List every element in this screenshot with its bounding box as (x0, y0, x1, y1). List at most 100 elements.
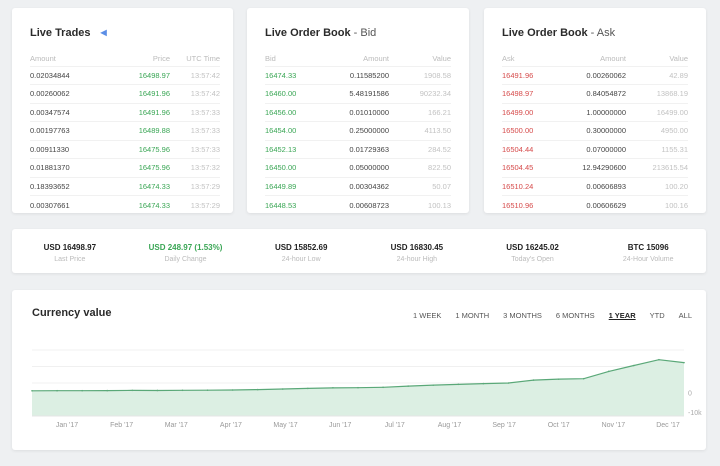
bid-price: 16449.89 (265, 176, 327, 196)
bid-price: 16474.33 (265, 65, 327, 85)
column-header-value: Value (669, 54, 688, 64)
bid-value: 284.52 (389, 139, 451, 159)
trade-time: 13:57:33 (170, 102, 220, 122)
stat-label: 24-Hour Volume (622, 256, 674, 263)
trade-row: 0.00307661 16474.33 13:57:29 (30, 195, 220, 214)
bid-amount: 0.01010000 (327, 102, 389, 122)
ask-price: 16498.97 (502, 84, 564, 103)
chart-point (532, 379, 535, 381)
chart-point (206, 389, 209, 391)
ask-book-table: Ask Amount Value 16491.96 0.00260062 42.89… (502, 52, 688, 214)
chart-point (658, 358, 660, 361)
stat-label: 24-hour Low (281, 256, 321, 263)
trade-time: 13:57:33 (170, 121, 220, 140)
bid-book-table: Bid Amount Value 16474.33 0.11585200 1908.… (265, 52, 451, 214)
live-trades-title-text: Live Trades (30, 27, 91, 39)
chart-point (307, 387, 309, 390)
trade-time: 13:57:29 (170, 195, 220, 214)
ask-amount: 0.00260062 (564, 65, 626, 85)
chart-point (507, 382, 510, 384)
stat-value: USD 16245.02 (506, 243, 559, 252)
trade-row: 0.00911330 16475.96 13:57:33 (30, 139, 220, 159)
trade-time: 13:57:42 (170, 65, 220, 85)
stats-bar: USD 16498.97 Last Price USD 248.97 (1.53%)… (12, 229, 706, 273)
chart-point (256, 388, 259, 391)
trade-row: 0.01881370 16475.96 13:57:32 (30, 158, 220, 177)
stat-item: BTC 15096 24-Hour Volume (590, 229, 706, 273)
bid-amount: 0.00304362 (327, 176, 389, 196)
ask-price: 16504.45 (502, 158, 564, 177)
chart-point (181, 389, 184, 392)
bid-book-title-text: Live Order Book (265, 27, 351, 39)
trade-row: 0.00347574 16491.96 13:57:33 (30, 102, 220, 122)
column-header-amount: Amount (30, 54, 56, 64)
ask-amount: 0.30000000 (564, 121, 626, 140)
chart-point (357, 386, 359, 389)
bid-price: 16452.13 (265, 139, 327, 159)
bid-amount: 5.48191586 (327, 84, 389, 103)
ask-row: 16500.00 0.30000000 4950.00 (502, 121, 688, 140)
trade-time: 13:57:29 (170, 176, 220, 196)
trade-price: 16498.97 (106, 65, 170, 85)
chart-x-tick-label: Jun '17 (329, 422, 351, 429)
ask-amount: 12.94290600 (564, 158, 626, 177)
ask-value: 213615.54 (626, 158, 688, 177)
bid-value: 100.13 (389, 195, 451, 214)
ask-book-title-text: Live Order Book (502, 27, 588, 39)
trade-row: 0.00260062 16491.96 13:57:42 (30, 84, 220, 103)
chart-x-tick-label: Aug '17 (438, 422, 462, 429)
bid-book-title: Live Order Book - Bid (265, 27, 376, 39)
speaker-icon[interactable]: ◀ (101, 28, 107, 37)
ask-row: 16510.24 0.00606893 100.20 (502, 176, 688, 196)
ask-amount: 0.00606893 (564, 176, 626, 196)
chart-point (231, 389, 234, 391)
trade-price: 16491.96 (106, 84, 170, 103)
bid-book-subtitle: - Bid (350, 27, 377, 39)
trade-price: 16475.96 (106, 158, 170, 177)
bid-value: 822.50 (389, 158, 451, 177)
chart-x-tick-label: Oct '17 (548, 422, 570, 429)
bid-value: 4113.50 (389, 121, 451, 140)
stat-value: USD 16498.97 (43, 243, 97, 252)
ask-row: 16504.45 12.94290600 213615.54 (502, 158, 688, 177)
column-header-value: Value (432, 54, 451, 64)
ask-amount: 1.00000000 (564, 102, 626, 122)
ask-amount: 0.84054872 (564, 84, 626, 103)
chart-point (31, 389, 33, 392)
chart-x-tick-label: Nov '17 (602, 422, 626, 429)
stats-row: USD 16498.97 Last Price USD 248.97 (1.53%)… (12, 229, 706, 273)
ask-value: 100.16 (626, 195, 688, 214)
bid-amount: 0.05000000 (327, 158, 389, 177)
column-header-price: Price (152, 54, 170, 64)
chart-point (482, 382, 485, 385)
trade-amount: 0.01881370 (30, 158, 106, 177)
trade-price: 16474.33 (106, 195, 170, 214)
bid-price: 16460.00 (265, 84, 327, 103)
chart-x-tick-label: Sep '17 (492, 422, 516, 429)
ask-amount: 0.07000000 (564, 139, 626, 159)
bid-value: 90232.34 (389, 84, 451, 103)
trade-price: 16491.96 (106, 102, 170, 122)
live-trades-title: Live Trades ◀ (30, 27, 107, 39)
trade-price: 16474.33 (106, 176, 170, 196)
stat-value: BTC 15096 (627, 243, 669, 252)
bid-row: 16454.00 0.25000000 4113.50 (265, 121, 451, 140)
chart-point (633, 364, 635, 367)
trade-time: 13:57:33 (170, 139, 220, 159)
trade-row: 0.00197763 16489.88 13:57:33 (30, 121, 220, 140)
column-header-bid: Bid (265, 54, 276, 64)
ask-book-title: Live Order Book - Ask (502, 27, 615, 39)
trade-amount: 0.00197763 (30, 121, 106, 140)
trade-amount: 0.00307661 (30, 195, 106, 214)
bid-amount: 0.00608723 (327, 195, 389, 214)
ask-book-subtitle: - Ask (587, 27, 616, 39)
chart-point (281, 388, 284, 390)
ask-price: 16500.00 (502, 121, 564, 140)
chart-point (683, 361, 685, 364)
bid-book-panel: Live Order Book - Bid Bid Amount Value 1… (247, 8, 469, 214)
trade-amount: 0.00911330 (30, 139, 106, 159)
bid-row: 16474.33 0.11585200 1908.58 (265, 65, 451, 85)
chart-point (557, 378, 560, 380)
chart-point (106, 389, 109, 392)
bid-row: 16460.00 5.48191586 90232.34 (265, 84, 451, 103)
